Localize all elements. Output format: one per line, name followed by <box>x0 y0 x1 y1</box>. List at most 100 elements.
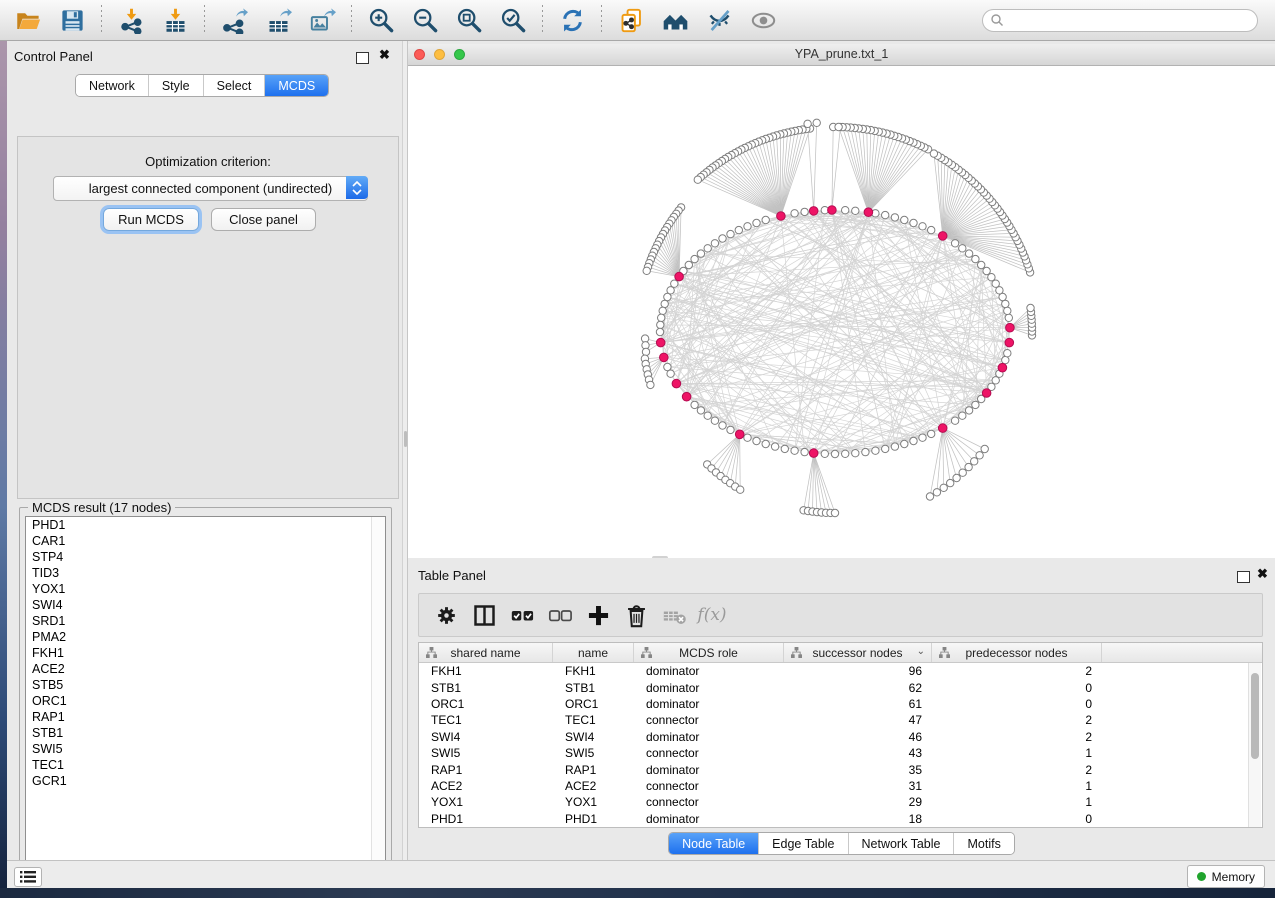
mcds-result-item[interactable]: ACE2 <box>26 661 385 677</box>
table-row[interactable]: ACE2ACE2connector311 <box>419 778 1262 794</box>
mcds-result-item[interactable]: SWI4 <box>26 597 385 613</box>
table-row[interactable]: YOX1YOX1connector291 <box>419 794 1262 810</box>
node-table[interactable]: shared namenameMCDS rolesuccessor nodes⌄… <box>418 642 1263 828</box>
task-history-button[interactable] <box>14 867 42 887</box>
criterion-select[interactable]: largest connected component (undirected) <box>53 176 368 201</box>
table-tab-motifs[interactable]: Motifs <box>953 833 1013 854</box>
network-graph[interactable] <box>408 66 1275 558</box>
toolbar-separator <box>101 5 102 35</box>
cell-shared-name: FKH1 <box>419 664 553 678</box>
export-image-icon[interactable] <box>304 3 340 37</box>
mcds-list-scrollbar[interactable] <box>371 517 385 872</box>
table-row[interactable]: PHD1PHD1dominator180 <box>419 811 1262 827</box>
show-hidden-icon[interactable] <box>745 3 781 37</box>
cell-MCDS-role: connector <box>634 795 784 809</box>
mcds-result-item[interactable]: RAP1 <box>26 709 385 725</box>
splitter-handle[interactable] <box>404 431 407 447</box>
table-panel-close-button[interactable]: ✖ <box>1257 569 1268 579</box>
table-row[interactable]: TEC1TEC1connector472 <box>419 712 1262 728</box>
control-tab-mcds[interactable]: MCDS <box>264 75 328 96</box>
mcds-result-item[interactable]: YOX1 <box>26 581 385 597</box>
mcds-result-item[interactable]: STP4 <box>26 549 385 565</box>
mcds-result-item[interactable]: PHD1 <box>26 517 385 533</box>
mcds-result-item[interactable]: PMA2 <box>26 629 385 645</box>
cell-successor-nodes: 18 <box>784 812 932 826</box>
zoom-in-icon[interactable] <box>363 3 399 37</box>
table-row[interactable]: SWI4SWI4dominator462 <box>419 729 1262 745</box>
search-field[interactable] <box>982 9 1258 32</box>
cell-predecessor-nodes: 2 <box>932 763 1102 777</box>
mcds-result-item[interactable]: STB1 <box>26 725 385 741</box>
table-tab-network-table[interactable]: Network Table <box>848 833 954 854</box>
split-columns-icon[interactable] <box>469 600 499 630</box>
cell-successor-nodes: 61 <box>784 697 932 711</box>
mcds-result-item[interactable]: TEC1 <box>26 757 385 773</box>
mcds-result-list[interactable]: PHD1CAR1STP4TID3YOX1SWI4SRD1PMA2FKH1ACE2… <box>25 516 386 873</box>
zoom-fit-icon[interactable] <box>451 3 487 37</box>
mcds-result-item[interactable]: CAR1 <box>26 533 385 549</box>
mcds-result-item[interactable]: TID3 <box>26 565 385 581</box>
control-panel-close-button[interactable]: ✖ <box>379 50 390 60</box>
delete-column-icon[interactable] <box>621 600 651 630</box>
import-table-icon[interactable] <box>157 3 193 37</box>
table-row[interactable]: STB1STB1dominator620 <box>419 679 1262 695</box>
cell-predecessor-nodes: 2 <box>932 713 1102 727</box>
mcds-result-item[interactable]: SRD1 <box>26 613 385 629</box>
table-tab-edge-table[interactable]: Edge Table <box>758 833 847 854</box>
show-all-icon[interactable] <box>657 3 693 37</box>
mcds-result-item[interactable]: ORC1 <box>26 693 385 709</box>
save-session-icon[interactable] <box>54 3 90 37</box>
mcds-result-item[interactable]: GCR1 <box>26 773 385 789</box>
control-tab-network[interactable]: Network <box>76 75 148 96</box>
column-header-name[interactable]: name <box>553 643 634 662</box>
hide-selected-icon[interactable] <box>701 3 737 37</box>
cell-successor-nodes: 35 <box>784 763 932 777</box>
clone-network-icon[interactable] <box>613 3 649 37</box>
gear-icon[interactable] <box>431 600 461 630</box>
close-panel-button[interactable]: Close panel <box>211 208 316 231</box>
table-tab-node-table[interactable]: Node Table <box>669 833 758 854</box>
table-row[interactable]: SWI5SWI5connector431 <box>419 745 1262 761</box>
column-header-MCDS-role[interactable]: MCDS role <box>634 643 784 662</box>
refresh-layout-icon[interactable] <box>554 3 590 37</box>
sort-descending-icon[interactable]: ⌄ <box>917 646 925 657</box>
table-row[interactable]: FKH1FKH1dominator962 <box>419 663 1262 679</box>
control-tab-style[interactable]: Style <box>148 75 203 96</box>
memory-button[interactable]: Memory <box>1187 865 1265 888</box>
search-input[interactable] <box>982 9 1258 32</box>
mcds-result-item[interactable]: STB5 <box>26 677 385 693</box>
table-row[interactable]: ORC1ORC1dominator610 <box>419 696 1262 712</box>
open-session-icon[interactable] <box>10 3 46 37</box>
zoom-selected-icon[interactable] <box>495 3 531 37</box>
table-scrollbar[interactable] <box>1248 663 1261 827</box>
table-row[interactable]: RAP1RAP1dominator352 <box>419 761 1262 777</box>
add-column-icon[interactable] <box>583 600 613 630</box>
network-canvas[interactable] <box>408 66 1275 558</box>
table-scrollbar-thumb[interactable] <box>1251 673 1259 759</box>
close-traffic-light[interactable] <box>414 49 425 60</box>
cell-shared-name: STB1 <box>419 681 553 695</box>
table-panel-float-button[interactable] <box>1237 570 1250 588</box>
list-icon <box>20 871 36 883</box>
minimize-traffic-light[interactable] <box>434 49 445 60</box>
select-all-icon[interactable] <box>507 600 537 630</box>
cell-predecessor-nodes: 0 <box>932 697 1102 711</box>
zoom-out-icon[interactable] <box>407 3 443 37</box>
export-table-icon[interactable] <box>260 3 296 37</box>
cell-shared-name: SWI4 <box>419 730 553 744</box>
cell-name: ACE2 <box>553 779 634 793</box>
zoom-traffic-light[interactable] <box>454 49 465 60</box>
mcds-result-item[interactable]: SWI5 <box>26 741 385 757</box>
network-titlebar[interactable]: YPA_prune.txt_1 <box>408 44 1275 66</box>
column-header-successor-nodes[interactable]: successor nodes⌄ <box>784 643 932 662</box>
mcds-result-groupbox: MCDS result (17 nodes) PHD1CAR1STP4TID3Y… <box>19 507 392 881</box>
export-network-icon[interactable] <box>216 3 252 37</box>
mcds-result-item[interactable]: FKH1 <box>26 645 385 661</box>
column-header-shared-name[interactable]: shared name <box>419 643 553 662</box>
column-header-predecessor-nodes[interactable]: predecessor nodes <box>932 643 1102 662</box>
deselect-all-icon[interactable] <box>545 600 575 630</box>
import-network-icon[interactable] <box>113 3 149 37</box>
control-panel-float-button[interactable] <box>356 51 369 69</box>
run-mcds-button[interactable]: Run MCDS <box>103 208 199 231</box>
control-tab-select[interactable]: Select <box>203 75 265 96</box>
